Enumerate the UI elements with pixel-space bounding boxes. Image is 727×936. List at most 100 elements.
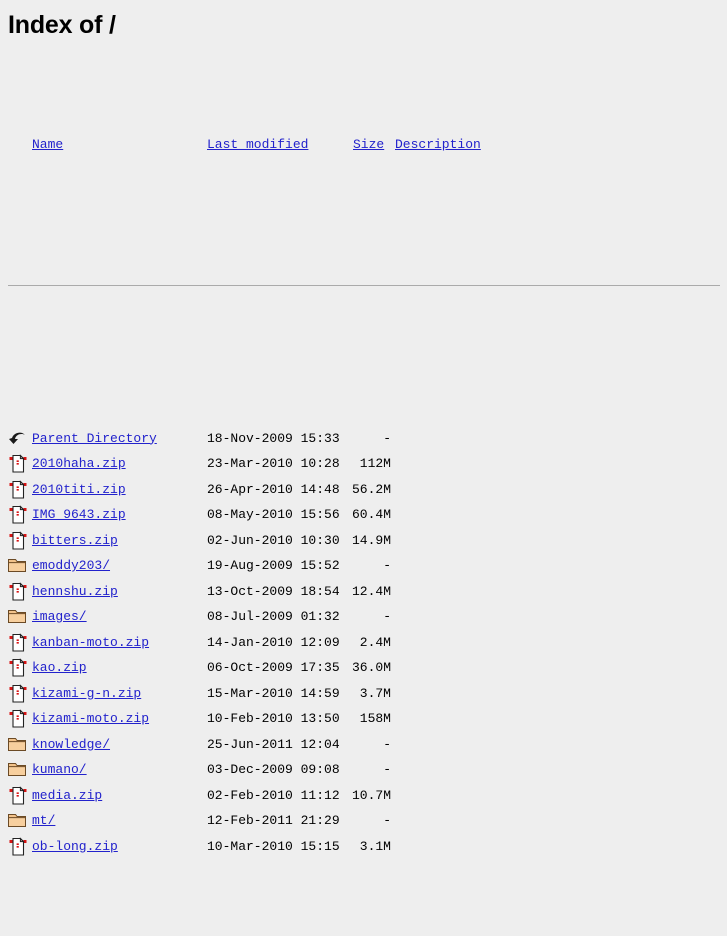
file-name-cell: kao.zip — [32, 655, 87, 681]
size-cell: 56.2M — [351, 481, 391, 497]
table-row: kizami-moto.zip 10-Feb-2010 13:50 158M — [8, 706, 727, 732]
column-header-description[interactable]: Description — [395, 137, 481, 152]
column-header-last-modified-wrap: Last modified — [207, 132, 308, 158]
size-cell: 3.7M — [359, 685, 391, 701]
file-name-cell: images/ — [32, 604, 87, 630]
file-name-cell: Parent Directory — [32, 426, 157, 452]
table-row: bitters.zip 02-Jun-2010 10:30 14.9M — [8, 528, 727, 554]
size-cell: 158M — [359, 711, 391, 726]
file-name-cell: 2010haha.zip — [32, 451, 126, 477]
header-divider-wrap — [8, 230, 727, 349]
file-link[interactable]: ob-long.zip — [32, 839, 118, 854]
file-name-cell: kanban-moto.zip — [32, 630, 149, 656]
file-name-cell: IMG 9643.zip — [32, 502, 126, 528]
size-cell: - — [383, 813, 391, 828]
size-cell: 10.7M — [351, 787, 391, 803]
file-link[interactable]: bitters.zip — [32, 533, 118, 548]
directory-listing: Name Last modified Size Description Pare… — [0, 40, 727, 936]
page-title-path: / — [108, 11, 116, 39]
size-cell: 12.4M — [351, 583, 391, 599]
compressed-file-icon — [8, 581, 28, 603]
size-cell: - — [383, 558, 391, 573]
size-cell: 2.4M — [359, 634, 391, 650]
compressed-file-icon — [8, 683, 28, 705]
file-name-cell: knowledge/ — [32, 732, 110, 758]
size-cell: 112M — [359, 456, 391, 471]
folder-icon — [8, 607, 28, 628]
table-row: Parent Directory 18-Nov-2009 15:33- — [8, 426, 727, 452]
table-row: mt/12-Feb-2011 21:29- — [8, 808, 727, 834]
file-link[interactable]: kizami-g-n.zip — [32, 686, 141, 701]
file-link[interactable]: kanban-moto.zip — [32, 635, 149, 650]
file-name-cell: kizami-moto.zip — [32, 706, 149, 732]
file-link[interactable]: kao.zip — [32, 660, 87, 675]
table-row: hennshu.zip 13-Oct-2009 18:54 12.4M — [8, 579, 727, 605]
folder-icon — [8, 556, 28, 577]
size-cell: 3.1M — [359, 838, 391, 854]
column-header-name[interactable]: Name — [32, 137, 63, 152]
table-row: 2010haha.zip 23-Mar-2010 10:28 112M — [8, 451, 727, 477]
file-rows-container: Parent Directory 18-Nov-2009 15:33-2010ha… — [8, 426, 727, 860]
table-row: images/08-Jul-2009 01:32- — [8, 604, 727, 630]
folder-icon — [8, 760, 28, 781]
file-link[interactable]: kumano/ — [32, 762, 87, 777]
compressed-file-icon — [8, 836, 28, 858]
table-row: knowledge/25-Jun-2011 12:04- — [8, 732, 727, 758]
file-link[interactable]: mt/ — [32, 813, 55, 828]
table-row: emoddy203/19-Aug-2009 15:52- — [8, 553, 727, 579]
file-link[interactable]: kizami-moto.zip — [32, 711, 149, 726]
file-link[interactable]: hennshu.zip — [32, 584, 118, 599]
column-header-description-wrap: Description — [395, 132, 481, 158]
size-cell: - — [383, 762, 391, 777]
file-link[interactable]: 2010haha.zip — [32, 456, 126, 471]
file-name-cell: ob-long.zip — [32, 834, 118, 860]
file-name-cell: kizami-g-n.zip — [32, 681, 141, 707]
table-row: IMG 9643.zip 08-May-2010 15:56 60.4M — [8, 502, 727, 528]
file-link[interactable]: knowledge/ — [32, 737, 110, 752]
compressed-file-icon — [8, 530, 28, 552]
size-cell: 36.0M — [351, 660, 391, 675]
table-row: ob-long.zip 10-Mar-2010 15:15 3.1M — [8, 834, 727, 860]
compressed-file-icon — [8, 785, 28, 807]
file-name-cell: hennshu.zip — [32, 579, 118, 605]
size-cell: - — [383, 609, 391, 624]
table-row: kao.zip 06-Oct-2009 17:35 36.0M — [8, 655, 727, 681]
size-cell: 14.9M — [351, 532, 391, 548]
compressed-file-icon — [8, 709, 28, 730]
folder-icon — [8, 811, 28, 832]
size-cell: 60.4M — [351, 507, 391, 522]
table-row: kizami-g-n.zip 15-Mar-2010 14:59 3.7M — [8, 681, 727, 707]
compressed-file-icon — [8, 632, 28, 654]
file-link[interactable]: media.zip — [32, 788, 102, 803]
file-name-cell: 2010titi.zip — [32, 477, 126, 503]
file-link[interactable]: images/ — [32, 609, 87, 624]
compressed-file-icon — [8, 479, 28, 501]
file-name-cell: emoddy203/ — [32, 553, 110, 579]
size-cell: - — [383, 736, 391, 752]
compressed-file-icon — [8, 658, 28, 679]
column-header-size[interactable]: Size — [353, 137, 384, 152]
column-header-size-wrap: Size — [353, 132, 384, 158]
file-name-cell: media.zip — [32, 783, 102, 809]
table-row: kanban-moto.zip 14-Jan-2010 12:09 2.4M — [8, 630, 727, 656]
file-link[interactable]: Parent Directory — [32, 431, 157, 446]
table-row: kumano/03-Dec-2009 09:08- — [8, 757, 727, 783]
listing-header-row: Name Last modified Size Description — [8, 132, 727, 154]
header-divider — [8, 285, 720, 286]
compressed-file-icon — [8, 505, 28, 526]
column-header-last-modified[interactable]: Last modified — [207, 137, 308, 152]
table-row: 2010titi.zip 26-Apr-2010 14:48 56.2M — [8, 477, 727, 503]
page-title-prefix: Index of — [8, 11, 109, 39]
file-link[interactable]: IMG 9643.zip — [32, 507, 126, 522]
parent-directory-icon — [8, 429, 28, 450]
file-link[interactable]: 2010titi.zip — [32, 482, 126, 497]
table-row: media.zip 02-Feb-2010 11:12 10.7M — [8, 783, 727, 809]
file-name-cell: bitters.zip — [32, 528, 118, 554]
directory-index-page: Index of / Name Last modified Size Descr… — [0, 0, 727, 856]
folder-icon — [8, 735, 28, 756]
file-link[interactable]: emoddy203/ — [32, 558, 110, 573]
column-header-name-wrap: Name — [32, 132, 63, 158]
size-cell: - — [383, 430, 391, 446]
page-title: Index of / — [0, 0, 727, 40]
compressed-file-icon — [8, 454, 28, 475]
